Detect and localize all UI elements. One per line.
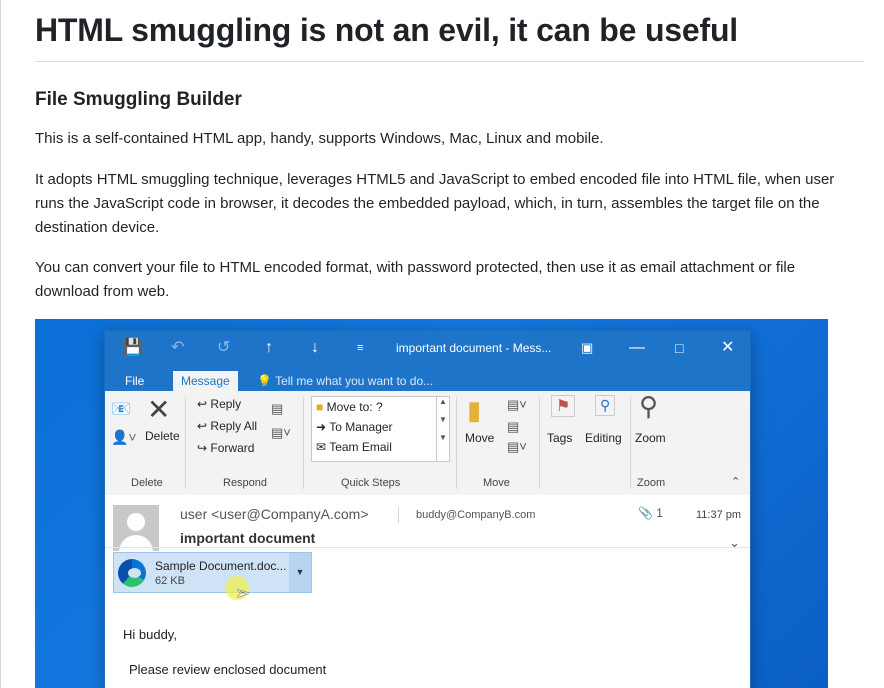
paperclip-icon: 📎 xyxy=(638,506,653,520)
ribbon-separator xyxy=(630,397,631,489)
tab-message[interactable]: Message xyxy=(173,371,238,391)
header-separator xyxy=(398,507,399,523)
lightbulb-icon: 💡 xyxy=(257,374,272,388)
window-title: important document - Mess... xyxy=(396,341,552,355)
message-subject: important document xyxy=(180,530,316,546)
up-arrow-icon[interactable]: ↑ xyxy=(265,339,273,357)
rules-icon[interactable]: ▤˅ xyxy=(507,397,527,413)
reply-icon: ↩ xyxy=(197,397,208,411)
message-time: 11:37 pm xyxy=(696,509,742,521)
reply-all-icon: ↩ xyxy=(197,419,208,433)
article-title: HTML smuggling is not an evil, it can be… xyxy=(35,12,738,48)
gallery-scroll[interactable]: ▲ ▼ ▼ xyxy=(436,397,449,461)
reply-button[interactable]: ↩ Reply xyxy=(197,397,241,411)
close-icon[interactable]: ✕ xyxy=(721,339,734,357)
attachment-count: 📎 1 xyxy=(638,506,663,520)
quick-step-label: To Manager xyxy=(329,420,393,434)
quick-step-label: Move to: ? xyxy=(326,400,383,414)
more-respond-icon[interactable]: ▤˅ xyxy=(271,425,291,441)
arrow-icon: ➜ xyxy=(316,420,327,434)
tell-me-text: Tell me what you want to do... xyxy=(275,374,434,388)
maximize-icon[interactable]: □ xyxy=(675,339,683,357)
customize-icon[interactable]: ≡ xyxy=(357,339,363,357)
quick-step-to-manager[interactable]: ➜ To Manager xyxy=(316,420,393,434)
delete-button[interactable]: Delete xyxy=(145,429,180,443)
quick-step-move-to[interactable]: ■ Move to: ? xyxy=(316,400,383,414)
attachment-chip[interactable]: Sample Document.doc... 62 KB ▼ xyxy=(113,552,312,593)
reply-label: Reply xyxy=(210,397,242,411)
ribbon-separator xyxy=(303,397,304,489)
edge-browser-icon xyxy=(118,559,146,587)
attachment-size: 62 KB xyxy=(155,575,185,587)
paragraph-technique: It adopts HTML smuggling technique, leve… xyxy=(35,171,835,236)
outlook-screenshot: 💾 ↶ ↺ ↑ ↓ ≡ important document - Mess...… xyxy=(35,319,828,688)
header-divider xyxy=(105,547,750,548)
search-icon[interactable]: ⚲ xyxy=(595,395,616,416)
down-arrow-icon[interactable]: ↓ xyxy=(311,339,319,357)
forward-label: Forward xyxy=(210,441,255,455)
forward-icon: ↪ xyxy=(197,441,208,455)
flag-icon[interactable]: ⚑ xyxy=(551,395,576,417)
save-icon[interactable]: 💾 xyxy=(123,339,143,357)
tab-file[interactable]: File xyxy=(125,371,144,391)
quick-steps-gallery: ■ Move to: ? ➜ To Manager ✉ Team Email ▲… xyxy=(311,396,450,462)
forward-button[interactable]: ↪ Forward xyxy=(197,441,254,455)
recipient[interactable]: buddy@CompanyB.com xyxy=(416,509,535,521)
quick-step-team-email[interactable]: ✉ Team Email xyxy=(316,440,392,454)
section-heading: File Smuggling Builder xyxy=(35,89,242,110)
ribbon-tabs: File Message 💡 Tell me what you want to … xyxy=(105,367,750,391)
ribbon: 📧 👤˅ ✕ Delete ↩ Reply ↩ Reply All ↪ Forw… xyxy=(105,391,750,496)
delete-icon[interactable]: ✕ xyxy=(147,393,170,426)
group-label-quick-steps: Quick Steps xyxy=(341,477,401,489)
group-label-move: Move xyxy=(483,477,510,489)
tags-button[interactable]: Tags xyxy=(547,431,572,445)
ribbon-separator xyxy=(539,397,540,489)
meeting-icon[interactable]: ▤ xyxy=(271,401,283,417)
attachment-count-value: 1 xyxy=(656,506,663,520)
zoom-button[interactable]: Zoom xyxy=(635,431,666,445)
ignore-icon[interactable]: 📧 xyxy=(111,399,131,419)
ribbon-display-icon[interactable]: ▣ xyxy=(581,339,593,357)
group-label-delete: Delete xyxy=(131,477,163,489)
chevron-down-icon[interactable]: ⌄ xyxy=(729,535,740,551)
reply-all-label: Reply All xyxy=(210,419,258,433)
minimize-icon[interactable]: — xyxy=(629,339,645,357)
editing-button[interactable]: Editing xyxy=(585,431,622,445)
tell-me-box[interactable]: 💡 Tell me what you want to do... xyxy=(257,371,433,391)
paragraph-intro: This is a self-contained HTML app, handy… xyxy=(35,130,604,147)
move-folder-icon[interactable]: ▮ xyxy=(467,395,481,426)
actions-icon[interactable]: ▤˅ xyxy=(507,439,527,455)
quick-step-label: Team Email xyxy=(329,440,392,454)
collapse-ribbon-icon[interactable]: ⌃ xyxy=(731,475,740,488)
reply-all-button[interactable]: ↩ Reply All xyxy=(197,419,257,433)
undo-icon[interactable]: ↶ xyxy=(171,339,184,357)
folder-icon: ■ xyxy=(316,400,324,414)
mail-icon: ✉ xyxy=(316,440,327,454)
group-label-zoom: Zoom xyxy=(637,477,666,489)
mouse-pointer-icon: ➢ xyxy=(235,583,251,603)
ribbon-separator xyxy=(185,397,186,489)
group-label-respond: Respond xyxy=(223,477,268,489)
heading-divider xyxy=(35,61,863,62)
outlook-window: 💾 ↶ ↺ ↑ ↓ ≡ important document - Mess...… xyxy=(105,331,750,688)
onenote-icon[interactable]: ▤ xyxy=(507,419,519,435)
title-bar: 💾 ↶ ↺ ↑ ↓ ≡ important document - Mess...… xyxy=(105,331,750,367)
zoom-icon[interactable]: ⚲ xyxy=(639,391,658,422)
move-button[interactable]: Move xyxy=(465,431,494,445)
article-page: HTML smuggling is not an evil, it can be… xyxy=(0,0,884,688)
avatar xyxy=(113,505,159,551)
junk-icon[interactable]: 👤˅ xyxy=(111,429,137,446)
message-greeting: Hi buddy, xyxy=(123,627,177,642)
paragraph-usage: You can convert your file to HTML encode… xyxy=(35,259,796,300)
attachment-dropdown-icon[interactable]: ▼ xyxy=(289,553,311,592)
sender[interactable]: user <user@CompanyA.com> xyxy=(180,506,369,522)
ribbon-separator xyxy=(456,397,457,489)
redo-icon[interactable]: ↺ xyxy=(217,339,230,357)
message-body: Please review enclosed document xyxy=(129,662,327,677)
attachment-name: Sample Document.doc... xyxy=(155,559,287,573)
